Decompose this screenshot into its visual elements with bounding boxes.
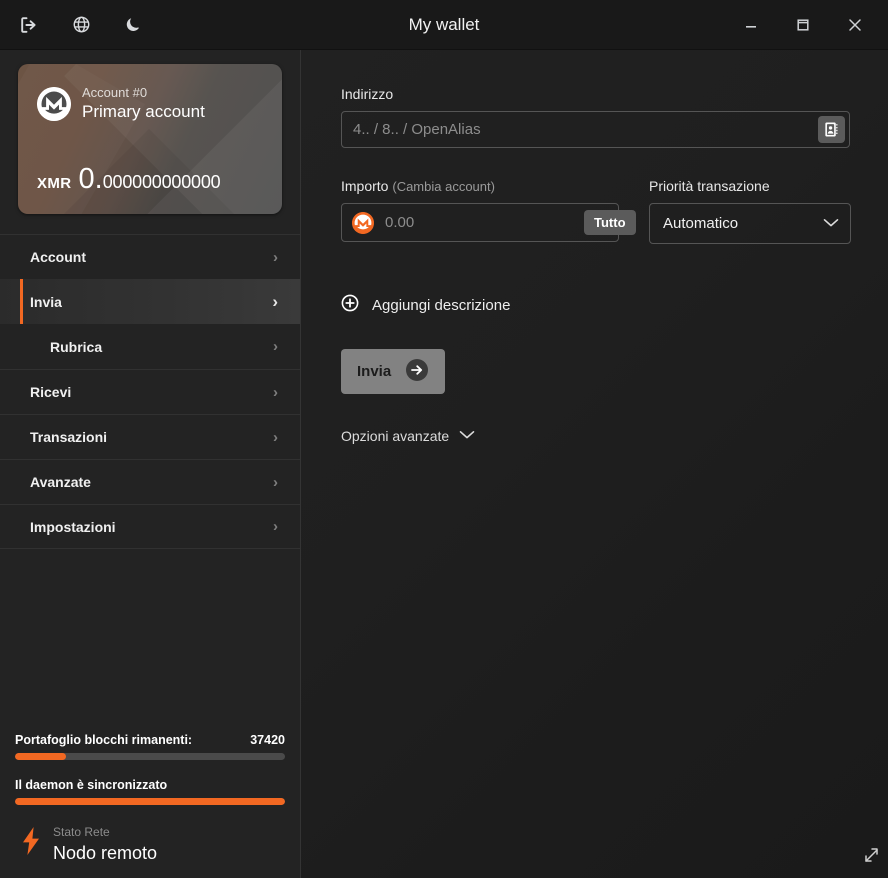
network-status[interactable]: Stato Rete Nodo remoto	[15, 823, 285, 864]
sidebar-item-rubrica[interactable]: Rubrica ›	[0, 324, 300, 369]
sidebar-item-ricevi[interactable]: Ricevi ›	[0, 369, 300, 414]
lightning-bolt-icon	[21, 827, 41, 860]
sidebar-item-invia[interactable]: Invia ›	[0, 279, 300, 324]
account-balance: XMR 0. 000000000000	[37, 165, 220, 194]
logout-icon[interactable]	[16, 12, 42, 38]
arrow-right-circle-icon	[405, 358, 429, 385]
monero-coin-icon	[352, 212, 374, 234]
sidebar-menu: Account › Invia › Rubrica › Ricevi › Tra…	[0, 234, 300, 549]
main-content: Indirizzo	[301, 50, 888, 878]
priority-label: Priorità transazione	[649, 178, 851, 194]
network-status-caption: Stato Rete	[53, 825, 110, 839]
address-field-wrapper	[341, 111, 850, 148]
network-status-text: Stato Rete Nodo remoto	[53, 823, 157, 864]
amount-label-text: Importo	[341, 178, 388, 194]
chevron-down-icon	[459, 427, 475, 445]
sidebar-item-label: Impostazioni	[30, 519, 116, 535]
account-meta: Account #0 Primary account	[82, 86, 205, 121]
chevron-right-icon: ›	[273, 430, 278, 445]
advanced-options-toggle[interactable]: Opzioni avanzate	[341, 427, 475, 445]
blocks-remaining-value: 37420	[250, 733, 285, 747]
balance-integer: 0.	[79, 165, 103, 194]
address-input[interactable]	[341, 111, 850, 148]
wallet-window: My wallet	[0, 0, 888, 878]
sidebar-item-label: Invia	[30, 294, 62, 310]
amount-priority-row: Importo (Cambia account) Tutto	[341, 178, 851, 244]
send-button[interactable]: Invia	[341, 349, 445, 394]
account-name: Primary account	[82, 102, 205, 122]
amount-column: Importo (Cambia account) Tutto	[341, 178, 619, 244]
address-label: Indirizzo	[341, 86, 851, 102]
blocks-progress-fill	[15, 753, 66, 760]
balance-decimals: 000000000000	[103, 172, 221, 193]
daemon-status-label: Il daemon è sincronizzato	[15, 778, 285, 792]
chevron-right-icon: ›	[273, 385, 278, 400]
add-description-button[interactable]: Aggiungi descrizione	[341, 294, 510, 317]
blocks-remaining-row: Portafoglio blocchi rimanenti: 37420	[15, 733, 285, 747]
priority-select-wrapper: AutomaticoLentaNormaleVeloceVelocissima	[649, 203, 851, 244]
daemon-progress-bar	[15, 798, 285, 805]
resize-handle[interactable]	[861, 845, 881, 870]
priority-column: Priorità transazione AutomaticoLentaNorm…	[649, 178, 851, 244]
sidebar-item-transazioni[interactable]: Transazioni ›	[0, 414, 300, 459]
globe-icon[interactable]	[68, 12, 94, 38]
sidebar-item-label: Transazioni	[30, 429, 107, 445]
send-all-button[interactable]: Tutto	[584, 210, 636, 235]
blocks-remaining-label: Portafoglio blocchi rimanenti:	[15, 733, 192, 747]
address-book-icon[interactable]	[818, 116, 845, 143]
chevron-right-icon: ›	[273, 250, 278, 265]
status-panel: Portafoglio blocchi rimanenti: 37420 Il …	[0, 733, 300, 878]
title-bar: My wallet	[0, 0, 888, 50]
chevron-right-icon: ›	[272, 293, 278, 310]
maximize-button[interactable]	[780, 0, 826, 50]
moon-icon[interactable]	[120, 12, 146, 38]
chevron-right-icon: ›	[273, 475, 278, 490]
daemon-progress-fill	[15, 798, 285, 805]
advanced-options-label: Opzioni avanzate	[341, 428, 449, 444]
sidebar-item-label: Rubrica	[50, 339, 102, 355]
amount-field-wrapper: Tutto	[341, 203, 619, 242]
blocks-progress-bar	[15, 753, 285, 760]
sidebar-item-label: Avanzate	[30, 474, 91, 490]
add-description-label: Aggiungi descrizione	[372, 297, 510, 314]
sidebar-spacer	[0, 549, 300, 733]
sidebar: Account #0 Primary account XMR 0. 000000…	[0, 50, 301, 878]
window-controls	[728, 0, 888, 49]
close-button[interactable]	[832, 0, 878, 50]
account-card-header: Account #0 Primary account	[18, 64, 282, 121]
amount-input[interactable]	[374, 214, 584, 231]
window-body: Account #0 Primary account XMR 0. 000000…	[0, 50, 888, 878]
account-number: Account #0	[82, 86, 205, 101]
priority-select[interactable]: AutomaticoLentaNormaleVeloceVelocissima	[649, 203, 851, 244]
account-card[interactable]: Account #0 Primary account XMR 0. 000000…	[18, 64, 282, 214]
sidebar-item-label: Ricevi	[30, 384, 71, 400]
sidebar-item-account[interactable]: Account ›	[0, 234, 300, 279]
sidebar-item-label: Account	[30, 249, 86, 265]
send-button-label: Invia	[357, 363, 391, 380]
network-status-value: Nodo remoto	[53, 843, 157, 864]
balance-currency: XMR	[37, 175, 72, 192]
plus-circle-icon	[341, 294, 359, 317]
amount-label: Importo (Cambia account)	[341, 178, 619, 194]
change-account-link[interactable]: (Cambia account)	[392, 179, 495, 194]
minimize-button[interactable]	[728, 0, 774, 50]
monero-logo-icon	[37, 87, 71, 121]
title-bar-left-icons	[0, 0, 146, 49]
sidebar-item-impostazioni[interactable]: Impostazioni ›	[0, 504, 300, 549]
chevron-right-icon: ›	[273, 519, 278, 534]
chevron-right-icon: ›	[273, 339, 278, 354]
sidebar-item-avanzate[interactable]: Avanzate ›	[0, 459, 300, 504]
